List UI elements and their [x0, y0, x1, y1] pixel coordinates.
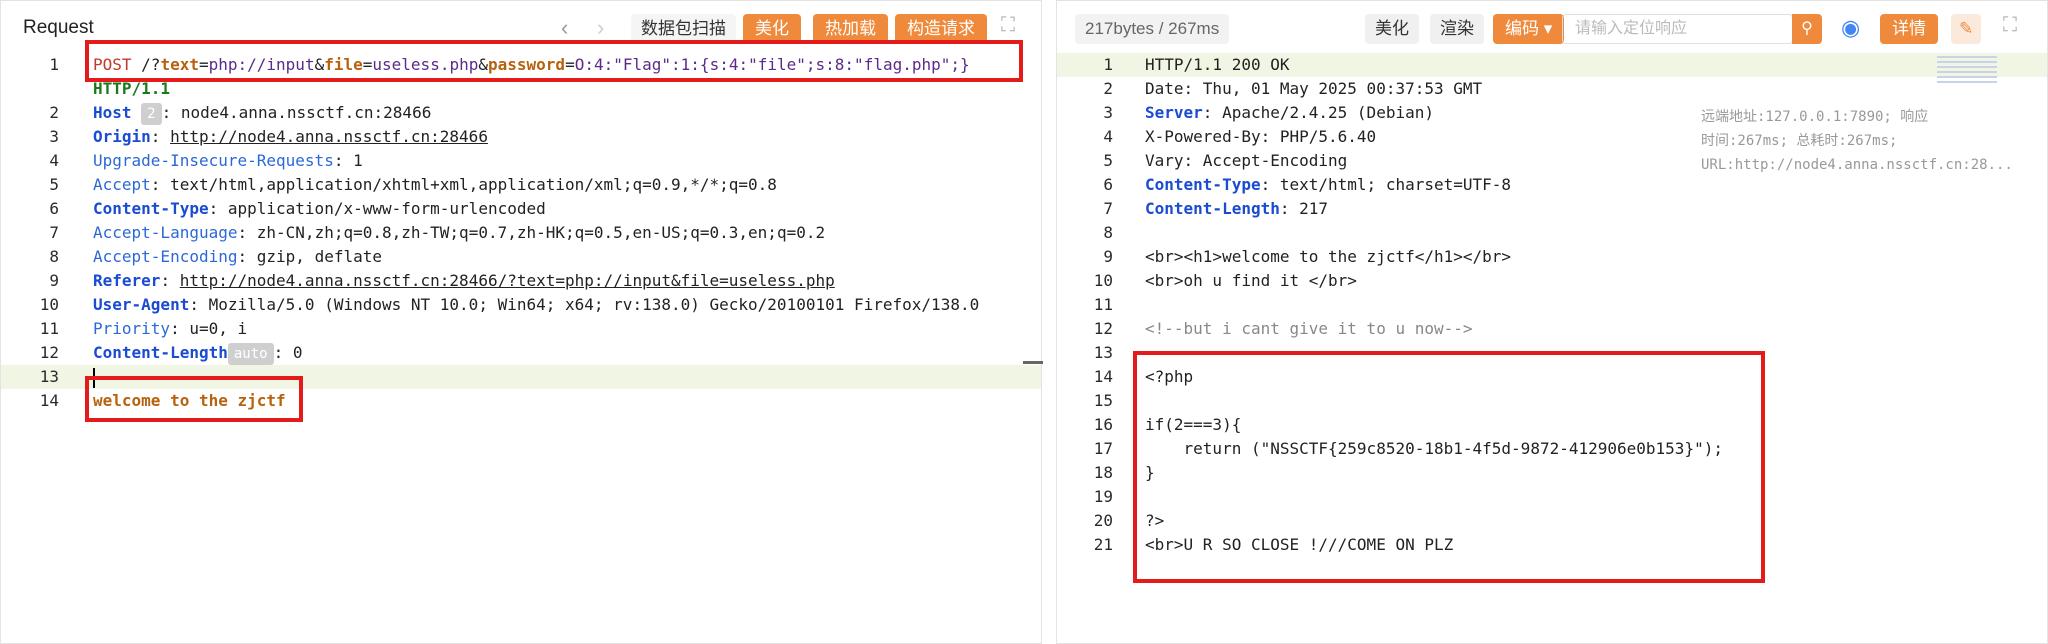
line-number: 19 — [1093, 487, 1113, 506]
header-value: 217 — [1299, 199, 1329, 218]
chevron-down-icon: ▾ — [1543, 19, 1553, 38]
line-number: 15 — [1093, 391, 1113, 410]
chevron-left-icon[interactable]: ‹ — [561, 15, 568, 41]
line-number: 6 — [1103, 175, 1113, 194]
resize-handle[interactable] — [1023, 361, 1043, 364]
response-stats: 217bytes / 267ms — [1075, 14, 1230, 44]
header-key: Upgrade-Insecure-Requests — [93, 151, 334, 170]
request-title: Request — [23, 17, 94, 38]
minimap[interactable] — [1937, 53, 1997, 93]
line-number: 9 — [1103, 247, 1113, 266]
chrome-icon[interactable]: ◉ — [1841, 15, 1860, 41]
line-number: 8 — [1103, 223, 1113, 242]
line-number: 11 — [1093, 295, 1113, 314]
header-key: User-Agent — [93, 295, 190, 314]
line-number: 21 — [1093, 535, 1113, 554]
details-button[interactable]: 详情 — [1880, 14, 1938, 44]
header-value-url[interactable]: http://node4.anna.nssctf.cn:28466/?text=… — [180, 271, 835, 290]
header-key: Server — [1145, 103, 1203, 122]
highlight-box — [85, 40, 1023, 82]
line-number: 10 — [1093, 271, 1113, 290]
line-number: 10 — [39, 295, 59, 314]
body-line: <br>oh u find it </br> — [1145, 271, 1357, 290]
response-toolbar: 217bytes / 267ms 美化 渲染 编码 ▾ 请输入定位响应 ⚲ ◉ … — [1057, 1, 2047, 56]
header-value: node4.anna.nssctf.cn:28466 — [180, 103, 432, 122]
header-value: gzip, deflate — [256, 247, 382, 266]
header-key: Referer — [93, 271, 161, 290]
render-button[interactable]: 渲染 — [1430, 14, 1484, 44]
line-number: 16 — [1093, 415, 1113, 434]
request-panel: Request ‹ › 数据包扫描 美化 热加载 构造请求 ⛶ 1 POST /?… — [0, 0, 1043, 644]
header-value: zh-CN,zh;q=0.8,zh-TW;q=0.7,zh-HK;q=0.5,e… — [256, 223, 826, 242]
header-key: Content-Type — [93, 199, 209, 218]
line-number: 12 — [1093, 319, 1113, 338]
header-value: 1 — [353, 151, 363, 170]
header-value: 0 — [292, 343, 303, 362]
header-key: Content-Type — [1145, 175, 1261, 194]
line-number: 6 — [49, 199, 59, 218]
fullscreen-icon[interactable]: ⛶ — [2003, 14, 2017, 37]
line-number: 11 — [39, 319, 59, 338]
line-number: 2 — [49, 103, 59, 122]
line-number: 9 — [49, 271, 59, 290]
highlight-box — [1133, 351, 1765, 583]
fullscreen-icon[interactable]: ⛶ — [1001, 14, 1015, 37]
line-number: 20 — [1093, 511, 1113, 530]
encode-dropdown[interactable]: 编码 ▾ — [1493, 14, 1565, 44]
line-number: 7 — [49, 223, 59, 242]
line-number: 3 — [1103, 103, 1113, 122]
header-key: Accept — [93, 175, 151, 194]
auto-badge: auto — [227, 343, 274, 365]
header-value-url[interactable]: http://node4.anna.nssctf.cn:28466 — [170, 127, 488, 146]
header-key: Accept-Language — [93, 223, 238, 242]
line-number: 1 — [49, 55, 59, 74]
response-panel: 217bytes / 267ms 美化 渲染 编码 ▾ 请输入定位响应 ⚲ ◉ … — [1056, 0, 2048, 644]
header-value: application/x-www-form-urlencoded — [227, 199, 546, 218]
header-key: Origin — [93, 127, 151, 146]
line-number: 7 — [1103, 199, 1113, 218]
header-line: X-Powered-By: PHP/5.6.40 — [1145, 127, 1377, 146]
line-number: 5 — [49, 175, 59, 194]
header-key: Content-Length — [93, 343, 228, 362]
html-comment: <!--but i cant give it to u now--> — [1145, 319, 1473, 338]
search-input[interactable]: 请输入定位响应 — [1562, 14, 1793, 44]
header-value: text/html; charset=UTF-8 — [1279, 175, 1512, 194]
line-number: 17 — [1093, 439, 1113, 458]
host-badge: 2 — [141, 103, 162, 125]
request-editor[interactable]: 1 POST /?text=php://input&file=useless.ph… — [1, 53, 1041, 413]
line-number: 13 — [39, 367, 59, 386]
comment-icon[interactable]: ✎ — [1951, 14, 1982, 44]
line-number: 14 — [1093, 367, 1113, 386]
header-value: text/html,application/xhtml+xml,applicat… — [170, 175, 777, 194]
line-number: 12 — [39, 343, 59, 362]
header-key: Content-Length — [1145, 199, 1280, 218]
header-value: Mozilla/5.0 (Windows NT 10.0; Win64; x64… — [208, 295, 980, 314]
status-line: HTTP/1.1 200 OK — [1145, 55, 1290, 74]
search-icon[interactable]: ⚲ — [1792, 14, 1822, 44]
header-line: Vary: Accept-Encoding — [1145, 151, 1348, 170]
line-number: 4 — [1103, 127, 1113, 146]
line-number: 18 — [1093, 463, 1113, 482]
header-value: u=0, i — [189, 319, 248, 338]
line-number: 2 — [1103, 79, 1113, 98]
line-number: 8 — [49, 247, 59, 266]
line-number: 13 — [1093, 343, 1113, 362]
beautify-button[interactable]: 美化 — [1365, 14, 1419, 44]
line-number: 5 — [1103, 151, 1113, 170]
header-value: Apache/2.4.25 (Debian) — [1222, 103, 1434, 122]
header-line: Date: Thu, 01 May 2025 00:37:53 GMT — [1145, 79, 1483, 98]
encode-label: 编码 — [1505, 19, 1539, 38]
line-number: 3 — [49, 127, 59, 146]
header-key: Host — [93, 103, 132, 122]
line-number: 1 — [1103, 55, 1113, 74]
highlight-box — [85, 376, 303, 422]
chevron-right-icon[interactable]: › — [597, 15, 604, 41]
line-number: 14 — [39, 391, 59, 410]
header-key: Priority — [93, 319, 171, 338]
response-meta-info: 远端地址:127.0.0.1:7890; 响应时间:267ms; 总耗时:267… — [1701, 109, 2013, 173]
header-key: Accept-Encoding — [93, 247, 238, 266]
line-number: 4 — [49, 151, 59, 170]
body-line: <br><h1>welcome to the zjctf</h1></br> — [1145, 247, 1512, 266]
